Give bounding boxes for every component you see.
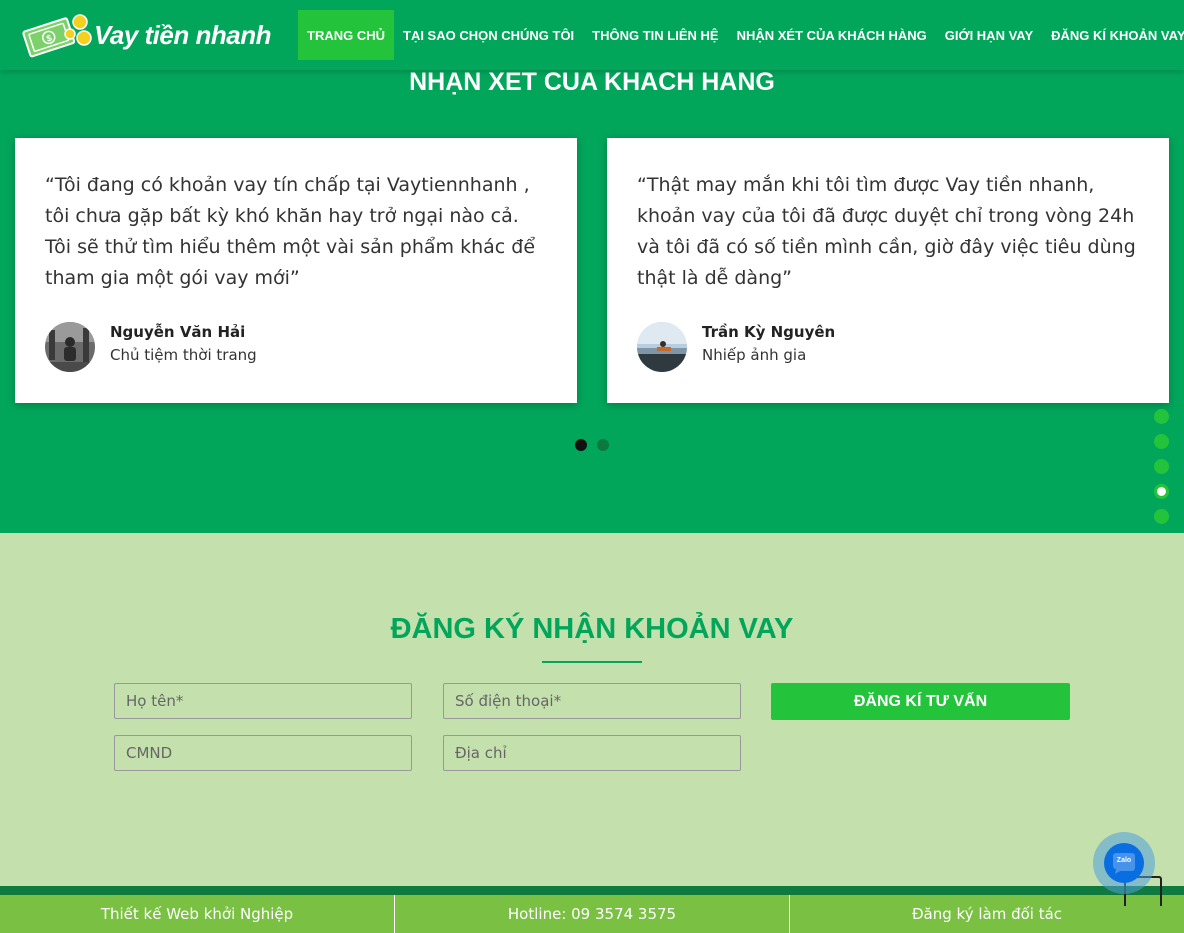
full-name-input[interactable] — [114, 683, 412, 719]
logo-text: Vay tiền nhanh — [94, 19, 271, 50]
testimonial-quote: “Tôi đang có khoản vay tín chấp tại Vayt… — [45, 174, 536, 289]
avatar — [45, 322, 95, 372]
nav-testimonials[interactable]: NHẬN XÉT CỦA KHÁCH HÀNG — [728, 10, 936, 60]
author-role: Nhiếp ảnh gia — [702, 345, 807, 364]
address-input[interactable] — [443, 735, 741, 771]
testimonial-author: Nguyễn Văn Hải Chủ tiệm thời trang — [45, 322, 257, 372]
avatar — [637, 322, 687, 372]
nav-register-loan[interactable]: ĐĂNG KÍ KHOẢN VAY — [1042, 10, 1184, 60]
section-dot-1[interactable] — [1154, 409, 1169, 424]
section-title: NHẠN XET CUA KHACH HANG — [409, 68, 775, 96]
section-dot-4[interactable] — [1154, 484, 1169, 499]
nav-loan-limit[interactable]: GIỚI HẠN VAY — [936, 10, 1042, 60]
footer-hotline-link[interactable]: Hotline: 09 3574 3575 — [394, 895, 789, 933]
testimonial-quote: “Thật may mắn khi tôi tìm được Vay tiền … — [637, 174, 1136, 289]
zalo-label: Zalo — [1116, 857, 1132, 864]
register-consult-button[interactable]: ĐĂNG KÍ TƯ VẤN — [771, 683, 1070, 720]
author-name: Nguyễn Văn Hải — [110, 322, 246, 341]
zalo-chat-button[interactable]: Zalo — [1093, 832, 1155, 894]
site-header: $ Vay tiền nhanh TRANG CHỦ TẠI SAO CHỌN … — [0, 0, 1184, 70]
testimonial-author: Trần Kỳ Nguyên Nhiếp ảnh gia — [637, 322, 835, 372]
phone-input[interactable] — [443, 683, 741, 719]
section-nav-dots — [1154, 409, 1169, 534]
testimonials-section: NHẠN XET CUA KHACH HANG “Tôi đang có kho… — [0, 68, 1184, 533]
author-role: Chủ tiệm thời trang — [110, 345, 257, 364]
footer-bar: Thiết kế Web khởi Nghiệp Hotline: 09 357… — [0, 895, 1184, 933]
testimonial-card: “Tôi đang có khoản vay tín chấp tại Vayt… — [15, 138, 577, 403]
footer-strip — [0, 886, 1184, 895]
title-underline — [542, 661, 642, 663]
carousel-dots — [575, 439, 609, 451]
money-logo-icon: $ — [22, 14, 92, 58]
section-dot-2[interactable] — [1154, 434, 1169, 449]
register-title: ĐĂNG KÝ NHẬN KHOẢN VAY — [390, 613, 794, 645]
logo[interactable]: $ Vay tiền nhanh — [22, 12, 271, 58]
zalo-icon: Zalo — [1104, 843, 1144, 883]
carousel-dot-1[interactable] — [575, 439, 587, 451]
section-dot-3[interactable] — [1154, 459, 1169, 474]
author-name: Trần Kỳ Nguyên — [702, 322, 836, 341]
nav-why-choose-us[interactable]: TẠI SAO CHỌN CHÚNG TÔI — [394, 10, 583, 60]
nav-contact-info[interactable]: THÔNG TIN LIÊN HỆ — [583, 10, 727, 60]
footer-web-design-link[interactable]: Thiết kế Web khởi Nghiệp — [0, 895, 394, 933]
nav-home[interactable]: TRANG CHỦ — [298, 10, 394, 60]
carousel-dot-2[interactable] — [597, 439, 609, 451]
section-dot-5[interactable] — [1154, 509, 1169, 524]
main-nav: TRANG CHỦ TẠI SAO CHỌN CHÚNG TÔI THÔNG T… — [298, 10, 1184, 60]
testimonial-card: “Thật may mắn khi tôi tìm được Vay tiền … — [607, 138, 1169, 403]
id-card-input[interactable] — [114, 735, 412, 771]
register-section: ĐĂNG KÝ NHẬN KHOẢN VAY ĐĂNG KÍ TƯ VẤN — [0, 533, 1184, 886]
